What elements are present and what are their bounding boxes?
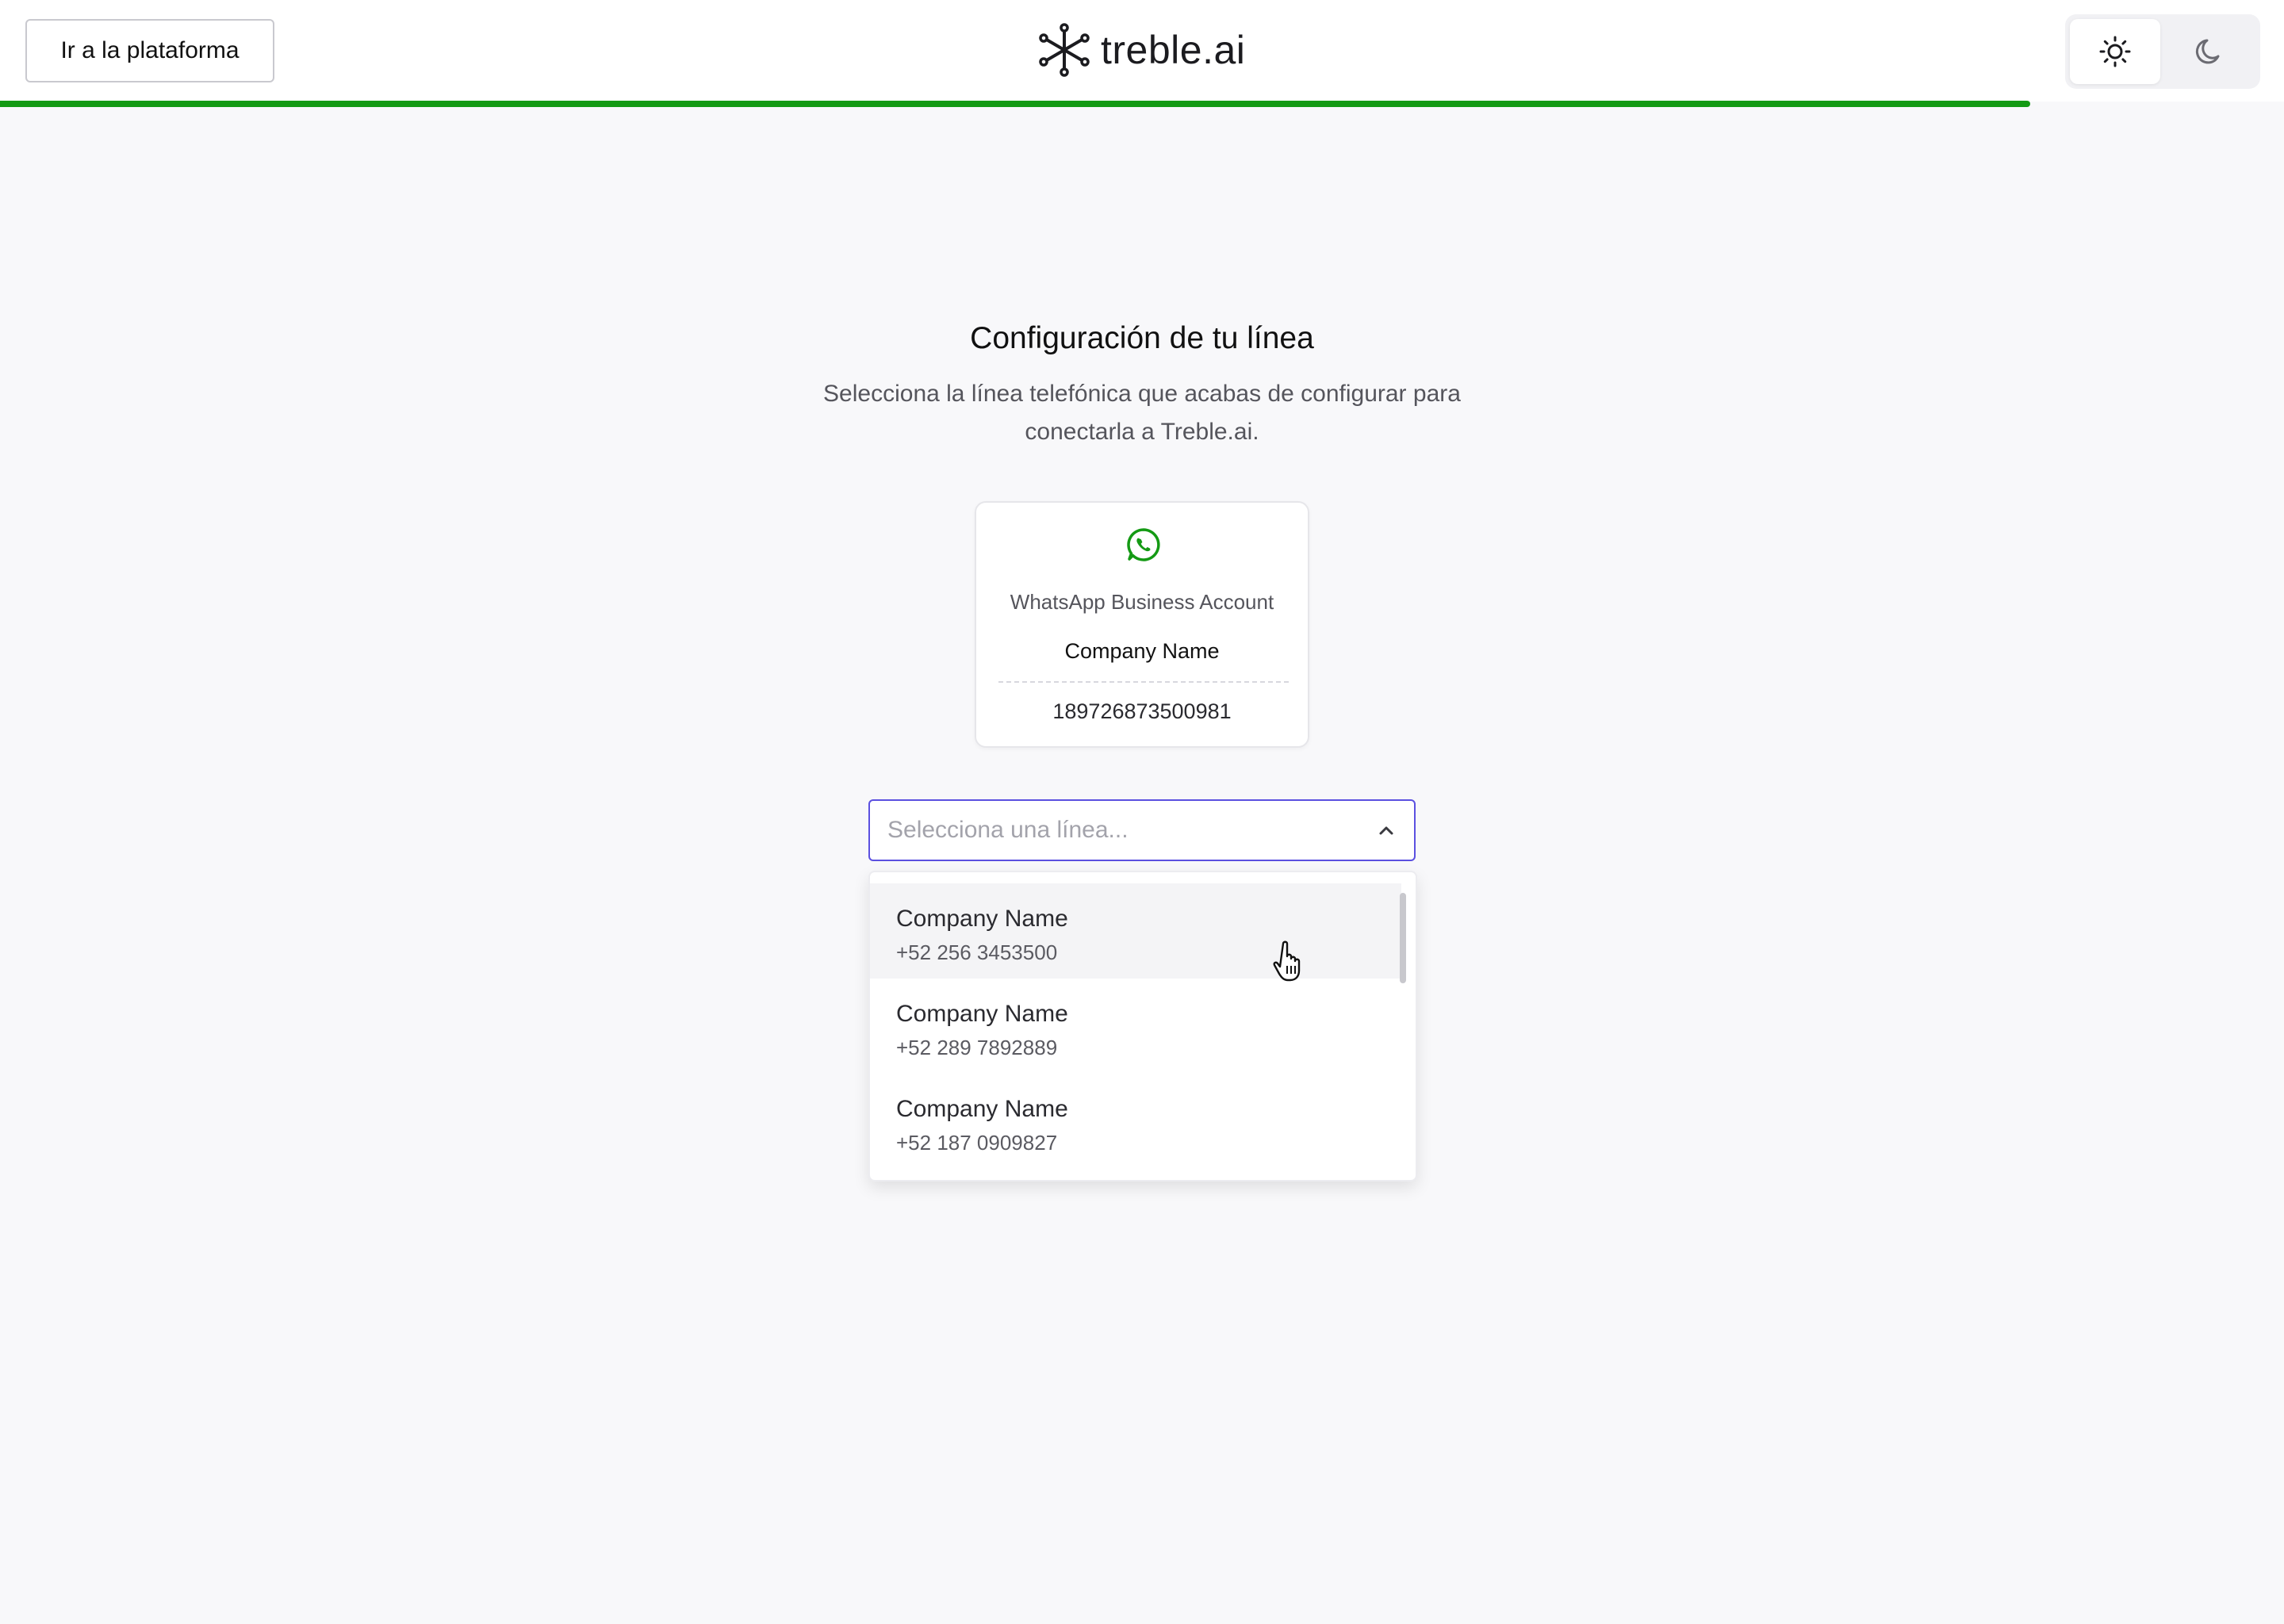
line-option-name: Company Name	[896, 906, 1068, 932]
chevron-up-icon[interactable]	[1376, 820, 1397, 841]
dropdown-scrollbar[interactable]	[1400, 893, 1406, 983]
hand-pointer-cursor-icon	[1273, 940, 1301, 982]
line-option-phone: +52 256 3453500	[896, 940, 1058, 964]
theme-toggle	[2065, 14, 2260, 89]
line-select-placeholder: Selecciona una línea...	[887, 817, 1129, 843]
line-option[interactable]: Company Name +52 256 3453500	[870, 883, 1401, 979]
line-option[interactable]: Company Name +52 289 7892889	[870, 979, 1401, 1074]
progress-bar-fill	[0, 101, 2031, 107]
line-option-name: Company Name	[896, 1096, 1068, 1122]
treble-logo: treble.ai	[1039, 22, 1245, 78]
top-bar: Ir a la plataforma treble.ai	[0, 0, 2284, 102]
line-option-phone: +52 289 7892889	[896, 1036, 1058, 1059]
whatsapp-business-account-card: WhatsApp Business Account Company Name 1…	[975, 501, 1309, 748]
card-divider	[998, 681, 1289, 683]
line-option[interactable]: Company Name +52 187 0909827	[870, 1074, 1401, 1169]
light-mode-button[interactable]	[2070, 19, 2160, 84]
whatsapp-icon	[1127, 528, 1160, 561]
line-select-dropdown: Company Name +52 256 3453500 Company Nam…	[868, 871, 1417, 1182]
go-to-platform-button[interactable]: Ir a la plataforma	[25, 19, 274, 82]
line-select[interactable]: Selecciona una línea...	[868, 799, 1416, 861]
waba-company-name: Company Name	[1064, 639, 1220, 663]
logo-wordmark: treble.ai	[1101, 28, 1246, 72]
waba-id: 189726873500981	[1052, 699, 1232, 723]
moon-icon	[2195, 39, 2220, 64]
page-title: Configuración de tu línea	[970, 321, 1314, 355]
line-option-name: Company Name	[896, 1001, 1068, 1027]
waba-label: WhatsApp Business Account	[1010, 590, 1274, 614]
sun-icon	[2099, 36, 2131, 67]
dark-mode-button[interactable]	[2165, 19, 2255, 84]
line-option-phone: +52 187 0909827	[896, 1131, 1058, 1155]
page-subtitle: Selecciona la línea telefónica que acaba…	[823, 381, 1461, 445]
progress-bar	[0, 101, 2284, 107]
treble-logo-icon	[1039, 23, 1090, 77]
